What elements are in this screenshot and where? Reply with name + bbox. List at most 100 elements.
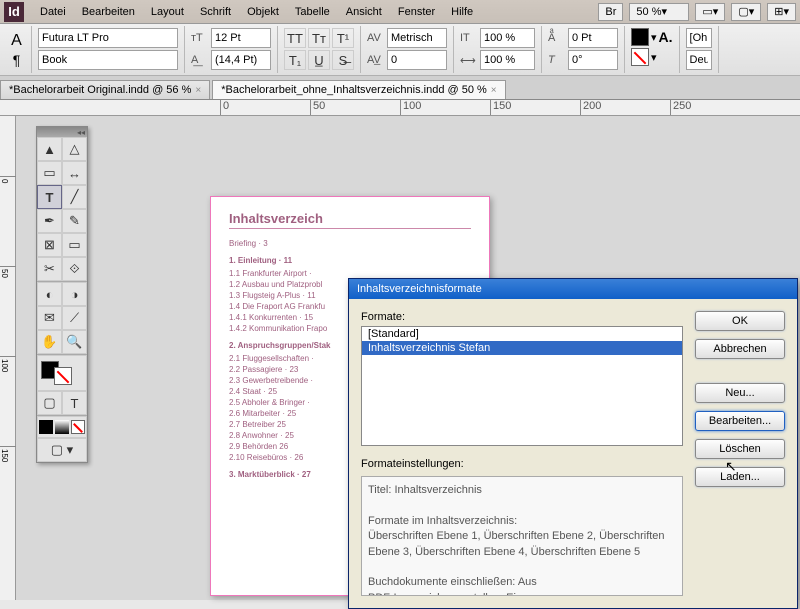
size-icon: тT bbox=[191, 32, 209, 44]
ok-button[interactable]: OK bbox=[695, 311, 785, 331]
style-dropdown[interactable] bbox=[686, 28, 712, 48]
panel-collapse[interactable]: ◂◂ bbox=[37, 127, 87, 137]
formate-listbox[interactable]: [Standard] Inhaltsverzeichnis Stefan bbox=[361, 326, 683, 446]
selection-tool[interactable]: ▲ bbox=[37, 137, 62, 161]
menu-datei[interactable]: Datei bbox=[32, 6, 74, 18]
leading-input[interactable] bbox=[211, 50, 271, 70]
delete-button[interactable]: Löschen bbox=[695, 439, 785, 459]
doc-tab-1[interactable]: *Bachelorarbeit Original.indd @ 56 %× bbox=[0, 80, 210, 99]
ruler-tick: 200 bbox=[580, 100, 601, 116]
menu-layout[interactable]: Layout bbox=[143, 6, 192, 18]
toc-briefing: Briefing · 3 bbox=[229, 239, 471, 248]
skew-input[interactable] bbox=[568, 50, 618, 70]
font-size-input[interactable] bbox=[211, 28, 271, 48]
list-item-standard[interactable]: [Standard] bbox=[362, 327, 682, 341]
chevron-down-icon[interactable]: ▾ bbox=[651, 31, 657, 44]
char-format-icon[interactable]: A bbox=[11, 32, 22, 50]
vertical-ruler: 0 50 100 150 bbox=[0, 116, 16, 600]
cancel-button[interactable]: Abbrechen bbox=[695, 339, 785, 359]
settings-line: Überschriften Ebene 1, Überschriften Ebe… bbox=[368, 529, 676, 544]
ruler-tick: 100 bbox=[400, 100, 421, 116]
menu-hilfe[interactable]: Hilfe bbox=[443, 6, 481, 18]
type-tool[interactable]: T bbox=[37, 185, 62, 209]
menu-objekt[interactable]: Objekt bbox=[239, 6, 287, 18]
doc-tab-2[interactable]: *Bachelorarbeit_ohne_Inhaltsverzeichnis.… bbox=[212, 80, 505, 99]
load-button[interactable]: Laden... bbox=[695, 467, 785, 487]
horizontal-ruler: 0 50 100 150 200 250 bbox=[0, 100, 800, 116]
skew-icon: T bbox=[548, 54, 566, 66]
line-tool[interactable]: ╱ bbox=[62, 185, 87, 209]
settings-box: Titel: Inhaltsverzeichnis Formate im Inh… bbox=[361, 476, 683, 596]
list-item-stefan[interactable]: Inhaltsverzeichnis Stefan bbox=[362, 341, 682, 355]
ruler-tick: 100 bbox=[0, 356, 16, 372]
subscript-button[interactable]: T₁ bbox=[284, 50, 306, 70]
fill-stroke-swap[interactable] bbox=[37, 355, 87, 391]
charstyle-icon[interactable]: A. bbox=[659, 29, 673, 45]
dialog-title: Inhaltsverzeichnisformate bbox=[349, 279, 797, 299]
direct-selection-tool[interactable]: △ bbox=[62, 137, 87, 161]
settings-line bbox=[368, 498, 676, 513]
eyedropper-tool[interactable]: ⟋ bbox=[62, 306, 87, 330]
ruler-tick: 150 bbox=[0, 446, 16, 462]
menu-bearbeiten[interactable]: Bearbeiten bbox=[74, 6, 143, 18]
free-transform-tool[interactable]: ⟐ bbox=[62, 257, 87, 281]
rect-frame-tool[interactable]: ⊠ bbox=[37, 233, 62, 257]
tracking-icon: AV̲ bbox=[367, 54, 385, 66]
settings-label: Formateinstellungen: bbox=[361, 458, 683, 470]
vscale-input[interactable] bbox=[480, 28, 535, 48]
hscale-icon: ⟷ bbox=[460, 54, 478, 67]
scissors-tool[interactable]: ✂ bbox=[37, 257, 62, 281]
arrange-button[interactable]: ⊞▾ bbox=[767, 3, 796, 21]
new-button[interactable]: Neu... bbox=[695, 383, 785, 403]
menu-fenster[interactable]: Fenster bbox=[390, 6, 443, 18]
settings-line: Titel: Inhaltsverzeichnis bbox=[368, 483, 676, 498]
ruler-tick: 0 bbox=[220, 100, 229, 116]
bridge-button[interactable]: Br bbox=[598, 3, 623, 21]
hscale-input[interactable] bbox=[480, 50, 535, 70]
gradient-feather-tool[interactable]: ◑ bbox=[62, 282, 87, 306]
kerning-icon: AV bbox=[367, 32, 385, 44]
menu-bar: Id Datei Bearbeiten Layout Schrift Objek… bbox=[0, 0, 800, 24]
view-mode-normal[interactable]: ▢ ▾ bbox=[37, 438, 87, 462]
leading-icon: A͟ bbox=[191, 54, 209, 66]
page-title: Inhaltsverzeich bbox=[229, 211, 471, 229]
pen-tool[interactable]: ✒ bbox=[37, 209, 62, 233]
strike-button[interactable]: S̶ bbox=[332, 50, 354, 70]
page-tool[interactable]: ▭ bbox=[37, 161, 62, 185]
superscript-button[interactable]: T¹ bbox=[332, 28, 354, 48]
rect-tool[interactable]: ▭ bbox=[62, 233, 87, 257]
workspace: 0 50 100 150 ◂◂ ▲ △ ▭ ↔ T ╱ ✒ ✎ ⊠ ▭ ✂ ⟐ … bbox=[0, 116, 800, 600]
format-text[interactable]: T bbox=[62, 391, 87, 415]
gap-tool[interactable]: ↔ bbox=[62, 161, 87, 185]
close-icon[interactable]: × bbox=[491, 85, 497, 96]
tracking-input[interactable] bbox=[387, 50, 447, 70]
para-format-icon[interactable]: ¶ bbox=[13, 52, 21, 68]
smallcaps-button[interactable]: Tᴛ bbox=[308, 28, 330, 48]
close-icon[interactable]: × bbox=[195, 85, 201, 96]
menu-ansicht[interactable]: Ansicht bbox=[338, 6, 390, 18]
font-family-input[interactable] bbox=[38, 28, 178, 48]
underline-button[interactable]: U̲ bbox=[308, 50, 330, 70]
apply-color-row[interactable] bbox=[37, 416, 87, 438]
allcaps-button[interactable]: TT bbox=[284, 28, 306, 48]
screen-mode-button[interactable]: ▢▾ bbox=[731, 3, 761, 21]
view-mode-button[interactable]: ▭▾ bbox=[695, 3, 725, 21]
font-weight-input[interactable] bbox=[38, 50, 178, 70]
format-container[interactable]: ▢ bbox=[37, 391, 62, 415]
zoom-tool[interactable]: 🔍 bbox=[62, 330, 87, 354]
app-icon: Id bbox=[4, 2, 24, 22]
kerning-input[interactable] bbox=[387, 28, 447, 48]
menu-tabelle[interactable]: Tabelle bbox=[287, 6, 338, 18]
hand-tool[interactable]: ✋ bbox=[37, 330, 62, 354]
zoom-dropdown[interactable]: 50 % ▾ bbox=[629, 3, 689, 21]
pencil-tool[interactable]: ✎ bbox=[62, 209, 87, 233]
menu-schrift[interactable]: Schrift bbox=[192, 6, 239, 18]
ruler-tick: 250 bbox=[670, 100, 691, 116]
lang-dropdown[interactable] bbox=[686, 50, 712, 70]
chevron-down-icon[interactable]: ▾ bbox=[651, 51, 657, 64]
gradient-swatch-tool[interactable]: ◐ bbox=[37, 282, 62, 306]
fill-swatch[interactable] bbox=[631, 28, 649, 46]
edit-button[interactable]: Bearbeiten... bbox=[695, 411, 785, 431]
note-tool[interactable]: ✉ bbox=[37, 306, 62, 330]
baseline-input[interactable] bbox=[568, 28, 618, 48]
